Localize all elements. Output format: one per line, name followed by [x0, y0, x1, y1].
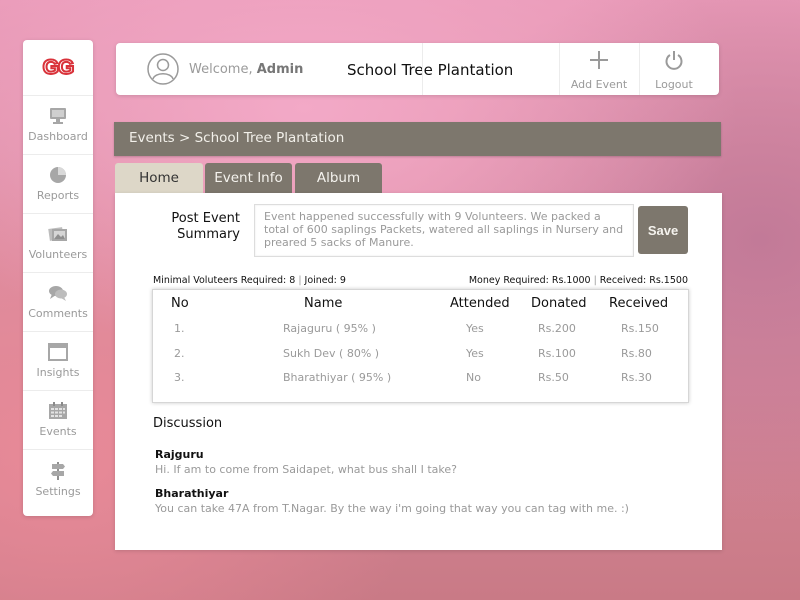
user-avatar-icon[interactable]	[147, 53, 179, 85]
breadcrumb-text[interactable]: Events > School Tree Plantation	[129, 130, 344, 146]
table-header-row: No Name Attended Donated Received	[153, 296, 688, 316]
sidebar-item-comments[interactable]: Comments	[23, 273, 93, 332]
cell-donated: Rs.200	[538, 322, 576, 335]
cell-received: Rs.30	[621, 371, 652, 384]
window-icon	[48, 343, 68, 361]
cell-attended: Yes	[466, 347, 484, 360]
discussion-heading: Discussion	[153, 416, 223, 431]
column-header: Received	[609, 296, 669, 311]
money-required: Money Required: Rs.1000	[468, 275, 591, 286]
sidebar-item-label: Dashboard	[28, 130, 88, 143]
pie-chart-icon	[50, 167, 66, 183]
label-line: Post Event	[171, 211, 240, 226]
cell-donated: Rs.100	[538, 347, 576, 360]
tab-album[interactable]: Album	[295, 163, 382, 193]
sidebar-item-label: Reports	[36, 189, 80, 202]
comment-text: You can take 47A from T.Nagar. By the wa…	[155, 502, 629, 515]
post-event-summary-label: Post Event Summary	[155, 211, 240, 243]
cell-donated: Rs.50	[538, 371, 569, 384]
sidebar-item-volunteers[interactable]: Volunteers	[23, 214, 93, 273]
welcome-prefix: Welcome,	[189, 62, 253, 77]
tab-event-info[interactable]: Event Info	[205, 163, 292, 193]
add-event-button[interactable]: Add Event	[559, 50, 639, 92]
photos-icon	[48, 227, 67, 241]
tab-home[interactable]: Home	[115, 163, 203, 193]
header-divider	[422, 43, 423, 95]
sidebar-item-settings[interactable]: Settings	[23, 450, 93, 509]
add-event-label: Add Event	[570, 78, 628, 91]
cell-name: Sukh Dev ( 80% )	[283, 347, 380, 360]
monitor-icon	[50, 108, 66, 124]
comment-author[interactable]: Rajguru	[155, 448, 457, 461]
signpost-icon	[51, 461, 65, 480]
logo[interactable]: GG	[23, 40, 93, 96]
volunteers-table: No Name Attended Donated Received 1. Raj…	[152, 289, 689, 403]
money-received: Received: Rs.1500	[599, 275, 688, 286]
cell-name: Rajaguru ( 95% )	[283, 322, 376, 335]
volunteer-stats: Minimal Voluteers Required: 8 | Joined: 9	[153, 275, 346, 286]
comment-item: Bharathiyar You can take 47A from T.Naga…	[155, 487, 629, 515]
logo-text: GG	[42, 55, 76, 80]
save-button[interactable]: Save	[638, 206, 688, 254]
column-header: Name	[304, 296, 343, 311]
cell-no: 3.	[174, 371, 185, 384]
table-row[interactable]: 2. Sukh Dev ( 80% ) Yes Rs.100 Rs.80	[153, 347, 688, 367]
column-header: Attended	[450, 296, 510, 311]
comment-item: Rajguru Hi. If am to come from Saidapet,…	[155, 448, 457, 476]
power-icon	[665, 51, 683, 70]
min-volunteers: Minimal Voluteers Required: 8	[153, 275, 296, 286]
cell-no: 2.	[174, 347, 185, 360]
sidebar-item-label: Insights	[36, 366, 80, 379]
label-line: Summary	[177, 227, 240, 242]
logout-button[interactable]: Logout	[634, 50, 714, 92]
sidebar-item-label: Settings	[35, 484, 81, 498]
cell-received: Rs.80	[621, 347, 652, 360]
page-title: School Tree Plantation	[347, 61, 514, 79]
chat-bubbles-icon	[49, 286, 67, 301]
sidebar-item-dashboard[interactable]: Dashboard	[23, 96, 93, 155]
sidebar-item-events[interactable]: Events	[23, 391, 93, 450]
cell-received: Rs.150	[621, 322, 659, 335]
summary-textarea[interactable]: Event happened successfully with 9 Volun…	[254, 204, 634, 257]
column-header: Donated	[531, 296, 587, 311]
logout-label: Logout	[655, 78, 693, 91]
cell-attended: No	[466, 371, 481, 384]
sidebar-item-label: Volunteers	[28, 248, 88, 261]
table-row[interactable]: 1. Rajaguru ( 95% ) Yes Rs.200 Rs.150	[153, 322, 688, 342]
top-header: Welcome, Admin School Tree Plantation Ad…	[116, 43, 719, 95]
calendar-icon	[49, 402, 67, 419]
sidebar-item-reports[interactable]: Reports	[23, 155, 93, 214]
sidebar-item-insights[interactable]: Insights	[23, 332, 93, 391]
comment-text: Hi. If am to come from Saidapet, what bu…	[155, 463, 457, 476]
cell-name: Bharathiyar ( 95% )	[283, 371, 392, 384]
cell-attended: Yes	[466, 322, 484, 335]
breadcrumb: Events > School Tree Plantation	[114, 122, 721, 156]
plus-icon	[590, 51, 608, 69]
column-header: No	[171, 296, 189, 311]
joined-count: Joined: 9	[304, 275, 346, 286]
home-panel: Post Event Summary Event happened succes…	[115, 193, 722, 550]
table-row[interactable]: 3. Bharathiyar ( 95% ) No Rs.50 Rs.30	[153, 371, 688, 391]
sidebar-item-label: Events	[39, 425, 77, 438]
sidebar: GG Dashboard Reports Volunteers Comments…	[23, 40, 93, 516]
cell-no: 1.	[174, 322, 185, 335]
comment-author[interactable]: Bharathiyar	[155, 487, 629, 500]
sidebar-item-label: Comments	[28, 307, 88, 320]
welcome-message: Welcome, Admin	[189, 62, 303, 77]
username: Admin	[256, 62, 304, 77]
money-stats: Money Required: Rs.1000 | Received: Rs.150…	[468, 275, 688, 286]
